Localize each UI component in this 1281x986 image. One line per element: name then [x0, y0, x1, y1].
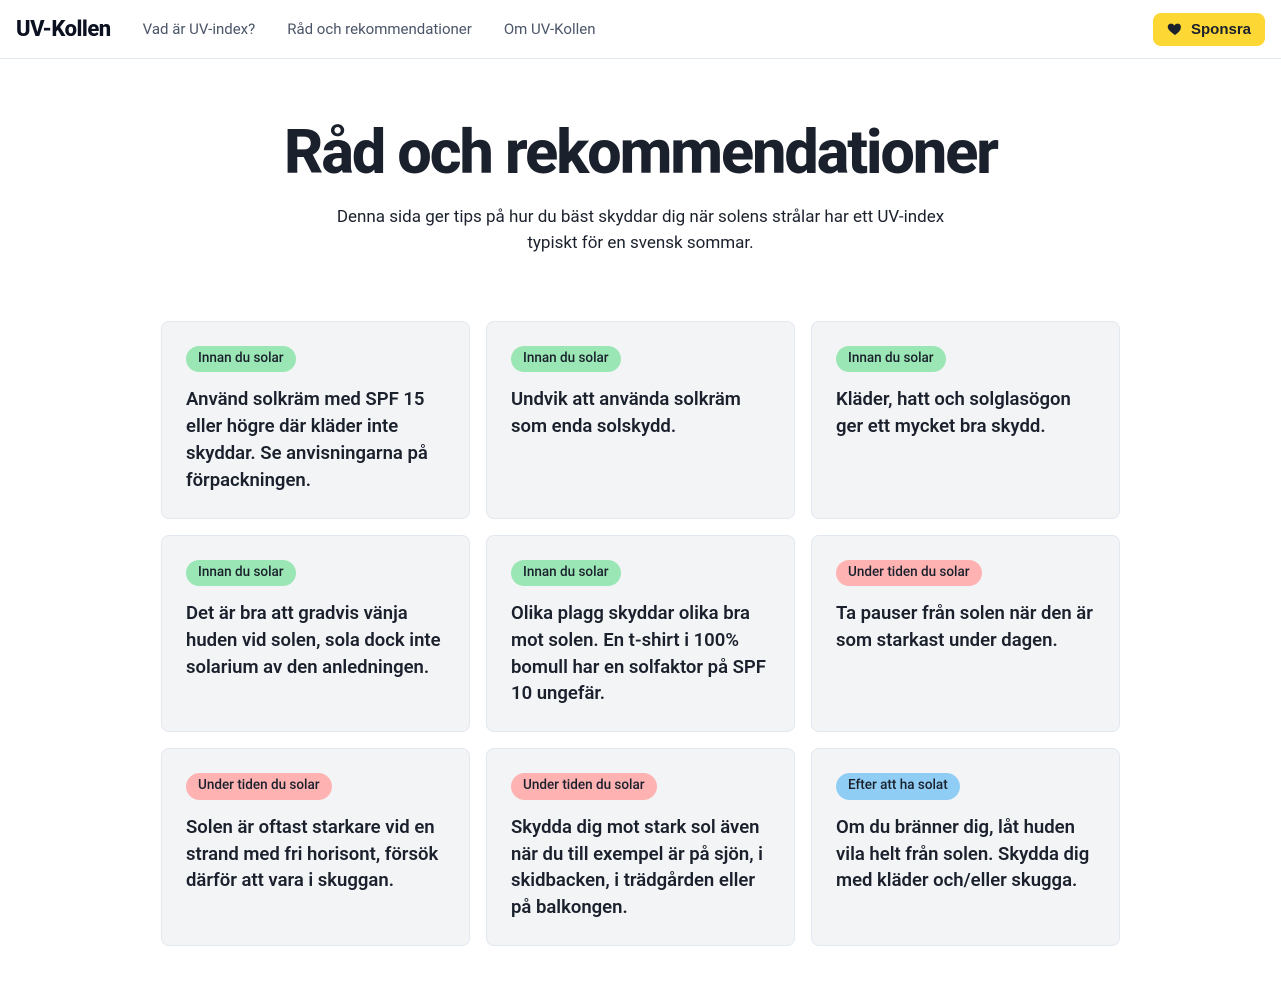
recommendation-card: Innan du solar Använd solkräm med SPF 15 …	[161, 321, 470, 519]
recommendation-text: Ta pauser från solen när den är som star…	[836, 600, 1095, 654]
recommendation-card: Under tiden du solar Ta pauser från solen…	[811, 535, 1120, 733]
recommendation-text: Solen är oftast starkare vid en strand m…	[186, 814, 445, 894]
recommendation-card: Efter att ha solat Om du bränner dig, låt…	[811, 748, 1120, 946]
recommendation-card: Innan du solar Kläder, hatt och solglasög…	[811, 321, 1120, 519]
recommendation-card: Innan du solar Undvik att använda solkräm…	[486, 321, 795, 519]
heart-icon	[1167, 21, 1183, 37]
phase-badge: Under tiden du solar	[511, 773, 657, 800]
sponsor-button-label: Sponsra	[1191, 21, 1251, 38]
phase-badge: Under tiden du solar	[186, 773, 332, 800]
brand-logo[interactable]: UV-Kollen	[16, 17, 111, 42]
sponsor-button[interactable]: Sponsra	[1153, 13, 1265, 46]
site-header: UV-Kollen Vad är UV-index? Råd och rekom…	[0, 0, 1281, 59]
recommendation-text: Kläder, hatt och solglasögon ger ett myc…	[836, 386, 1095, 440]
hero-section: Råd och rekommendationer Denna sida ger …	[0, 59, 1281, 293]
phase-badge: Innan du solar	[836, 346, 946, 373]
recommendation-text: Om du bränner dig, låt huden vila helt f…	[836, 814, 1095, 894]
nav-link-about[interactable]: Om UV-Kollen	[504, 20, 596, 38]
nav-link-uv-index[interactable]: Vad är UV-index?	[143, 20, 256, 38]
recommendations-grid: Innan du solar Använd solkräm med SPF 15 …	[161, 321, 1120, 946]
recommendation-text: Undvik att använda solkräm som enda sols…	[511, 386, 770, 440]
recommendation-text: Använd solkräm med SPF 15 eller högre dä…	[186, 386, 445, 493]
recommendation-text: Det är bra att gradvis vänja huden vid s…	[186, 600, 445, 680]
recommendation-card: Under tiden du solar Solen är oftast star…	[161, 748, 470, 946]
recommendation-text: Olika plagg skyddar olika bra mot solen.…	[511, 600, 770, 707]
page-title: Råd och rekommendationer	[16, 119, 1265, 186]
phase-badge: Innan du solar	[186, 346, 296, 373]
recommendation-card: Under tiden du solar Skydda dig mot stark…	[486, 748, 795, 946]
phase-badge: Innan du solar	[511, 346, 621, 373]
header-left: UV-Kollen Vad är UV-index? Råd och rekom…	[16, 17, 627, 42]
recommendation-card: Innan du solar Olika plagg skyddar olika …	[486, 535, 795, 733]
phase-badge: Under tiden du solar	[836, 560, 982, 587]
phase-badge: Efter att ha solat	[836, 773, 960, 800]
recommendation-card: Innan du solar Det är bra att gradvis vän…	[161, 535, 470, 733]
phase-badge: Innan du solar	[186, 560, 296, 587]
phase-badge: Innan du solar	[511, 560, 621, 587]
nav-link-recommendations[interactable]: Råd och rekommendationer	[287, 20, 472, 38]
page-subtitle: Denna sida ger tips på hur du bäst skydd…	[311, 204, 971, 257]
recommendation-text: Skydda dig mot stark sol även när du til…	[511, 814, 770, 921]
primary-nav: Vad är UV-index? Råd och rekommendatione…	[143, 20, 628, 38]
